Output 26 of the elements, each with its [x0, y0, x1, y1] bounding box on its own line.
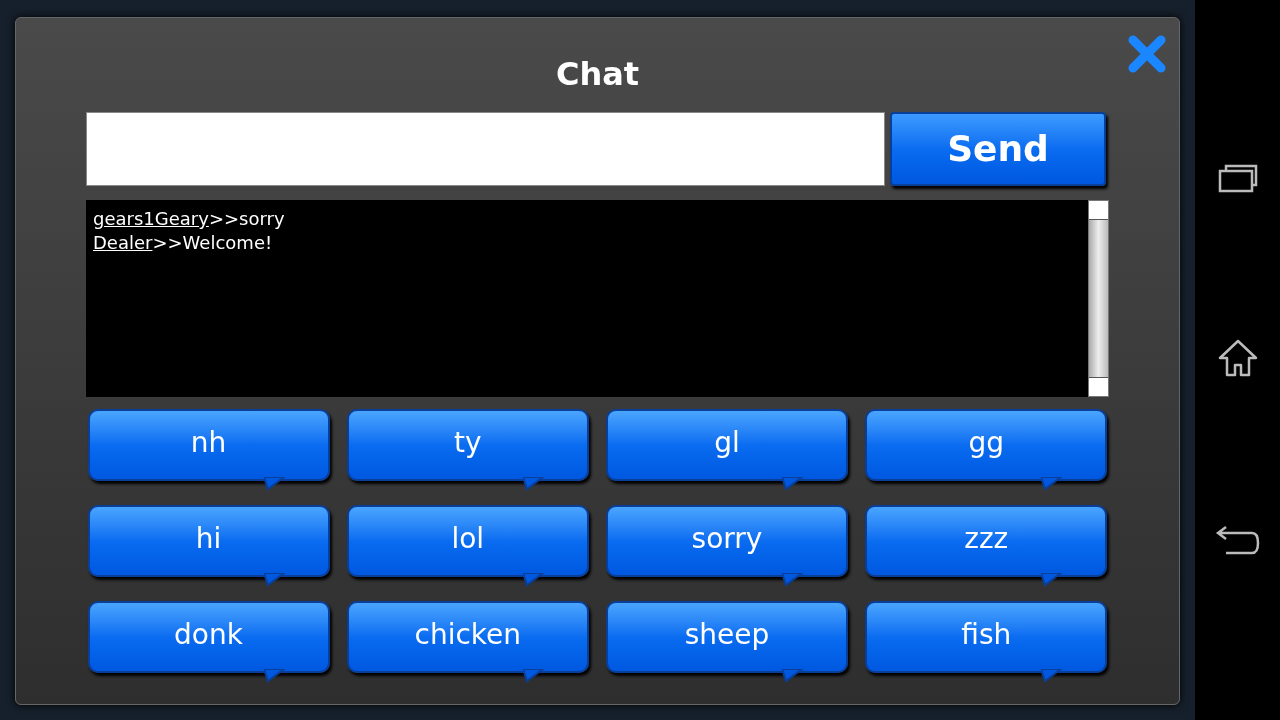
speech-bubble-tail	[782, 573, 804, 587]
speech-bubble-tail	[263, 573, 286, 587]
message-text: >>sorry	[208, 207, 285, 231]
close-icon	[1128, 35, 1166, 73]
speech-bubble-tail	[263, 669, 286, 683]
dialog-title: Chat	[555, 54, 640, 94]
home-icon	[1217, 339, 1258, 377]
sender-link[interactable]: gears1Geary	[93, 207, 209, 231]
recent-apps-icon	[1217, 163, 1258, 193]
speech-bubble-tail	[1041, 573, 1064, 587]
sender-link[interactable]: Dealer	[93, 231, 153, 255]
message-input[interactable]	[86, 112, 885, 186]
speech-bubble-tail	[522, 573, 545, 587]
speech-bubble-tail	[522, 669, 545, 683]
message-text: >>Welcome!	[152, 231, 273, 255]
home-button[interactable]	[1217, 338, 1258, 378]
speech-bubble-tail	[1041, 669, 1064, 683]
recent-apps-button[interactable]	[1217, 162, 1258, 194]
close-button[interactable]	[1127, 34, 1167, 74]
speech-bubble-tail	[522, 477, 545, 491]
speech-bubble-tail	[1041, 477, 1064, 491]
speech-bubble-tail	[782, 669, 804, 683]
send-button[interactable]: Send	[890, 112, 1106, 186]
scrollbar[interactable]	[1088, 200, 1109, 397]
speech-bubble-tail	[782, 477, 804, 491]
speech-bubble-tail	[263, 477, 286, 491]
